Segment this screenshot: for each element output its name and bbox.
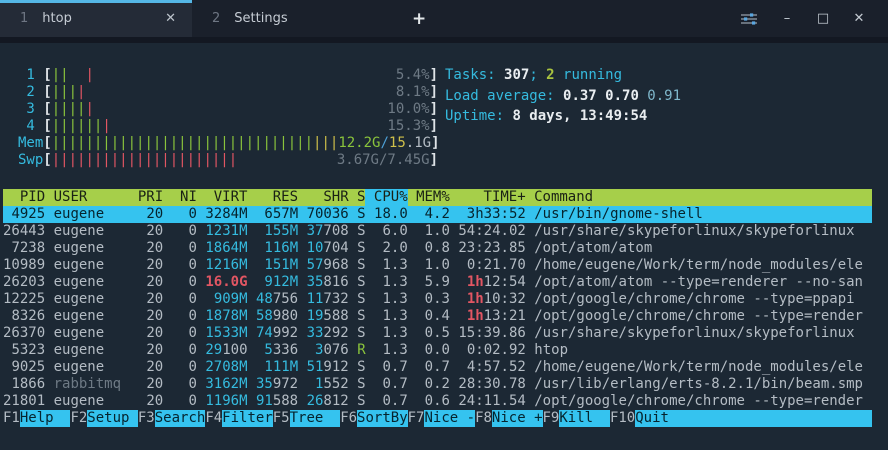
tab-settings[interactable]: 2 Settings: [192, 0, 384, 37]
process-row[interactable]: 10989 eugene 20 0 1216M 151M 57968 S 1.3…: [3, 257, 872, 274]
f7-key-label: F7: [408, 410, 425, 427]
minimize-button[interactable]: –: [776, 11, 798, 26]
process-row[interactable]: 7238 eugene 20 0 1864M 116M 10704 S 2.0 …: [3, 240, 872, 257]
f9-key-label: F9: [543, 410, 560, 427]
f1-key-label: F1: [3, 410, 20, 427]
process-row[interactable]: 4925 eugene 20 0 3284M 657M 70036 S 18.0…: [3, 206, 872, 223]
plus-icon: +: [412, 9, 426, 29]
close-window-button[interactable]: ✕: [848, 11, 870, 26]
column-header-cpu[interactable]: CPU%: [365, 189, 407, 206]
fnbar-fill: [669, 410, 872, 427]
f10-key-label: F10: [610, 410, 635, 427]
cpu-meter-2: 2 [||||8.1%]: [18, 84, 438, 101]
f3-key-label: F3: [138, 410, 155, 427]
f1-help-button[interactable]: Help: [20, 410, 71, 427]
f2-setup-button[interactable]: Setup: [87, 410, 138, 427]
column-header-shr[interactable]: SHR: [298, 189, 349, 206]
column-header-virt[interactable]: VIRT: [197, 189, 248, 206]
column-header-pid[interactable]: PID: [3, 189, 45, 206]
cpu-meter-4: 4 [|||||||15.3%]: [18, 118, 438, 135]
f4-filter-button[interactable]: Filter: [222, 410, 273, 427]
f5-tree-button[interactable]: Tree: [290, 410, 341, 427]
process-row[interactable]: 9025 eugene 20 0 2708M 111M 51912 S 0.7 …: [3, 359, 872, 376]
process-row[interactable]: 26370 eugene 20 0 1533M 74992 33292 S 1.…: [3, 325, 872, 342]
tasks-load-uptime-summary: Tasks: 307; 2 runningLoad average: 0.37 …: [445, 67, 681, 129]
f8-nice-+-button[interactable]: Nice +: [492, 410, 543, 427]
cpu-meter-1: 1 [|| |5.4%]: [18, 67, 438, 84]
f5-key-label: F5: [273, 410, 290, 427]
process-row[interactable]: 8326 eugene 20 0 1878M 58980 19588 S 1.3…: [3, 308, 872, 325]
f2-key-label: F2: [70, 410, 87, 427]
new-tab-button[interactable]: +: [398, 0, 440, 37]
column-header-command[interactable]: Command: [526, 189, 593, 206]
column-header-pri[interactable]: PRI: [129, 189, 163, 206]
table-header: PID USER PRI NI VIRT RES SHR S CPU% MEM%…: [3, 189, 872, 206]
htop-terminal: 1 [|| |5.4%] 2 [||||8.1%] 3 [|||||10.0%]…: [0, 43, 888, 450]
column-header-s[interactable]: S: [349, 189, 366, 206]
f4-key-label: F4: [205, 410, 222, 427]
function-key-bar: F1Help F2Setup F3SearchF4FilterF5Tree F6…: [3, 410, 872, 427]
f7-nice---button[interactable]: Nice -: [424, 410, 475, 427]
tab-number: 1: [20, 11, 28, 26]
preferences-icon[interactable]: [740, 11, 762, 27]
process-row[interactable]: 26443 eugene 20 0 1231M 155M 37708 S 6.0…: [3, 223, 872, 240]
uptime-line: Uptime: 8 days, 13:49:54: [445, 108, 681, 129]
process-row[interactable]: 12225 eugene 20 0 909M 48756 11732 S 1.3…: [3, 291, 872, 308]
close-tab-icon[interactable]: ✕: [161, 9, 180, 28]
process-row[interactable]: 1866 rabbitmq 20 0 3162M 35972 1552 S 0.…: [3, 376, 872, 393]
load-average-line: Load average: 0.37 0.70 0.91: [445, 88, 681, 109]
f6-sortby-button[interactable]: SortBy: [357, 410, 408, 427]
column-header-time[interactable]: TIME+: [450, 189, 526, 206]
window-controls: – □ ✕: [740, 0, 888, 37]
maximize-button[interactable]: □: [812, 11, 834, 26]
f6-key-label: F6: [340, 410, 357, 427]
tasks-line: Tasks: 307; 2 running: [445, 67, 681, 88]
process-row[interactable]: 5323 eugene 20 0 29100 5336 3076 R 1.3 0…: [3, 342, 872, 359]
column-header-ni[interactable]: NI: [163, 189, 197, 206]
column-header-user[interactable]: USER: [45, 189, 129, 206]
terminal-window: 1 htop ✕ 2 Settings + – □: [0, 0, 888, 450]
tab-htop[interactable]: 1 htop ✕: [0, 0, 192, 37]
memory-meter: Mem[||||||||||||||||||||||||||||||||||12…: [18, 135, 438, 152]
column-header-res[interactable]: RES: [247, 189, 298, 206]
process-row[interactable]: 21801 eugene 20 0 1196M 91588 26812 S 0.…: [3, 393, 872, 410]
column-header-mem[interactable]: MEM%: [408, 189, 450, 206]
f10-quit-button[interactable]: Quit: [635, 410, 669, 427]
f9-kill-button[interactable]: Kill: [559, 410, 610, 427]
swap-meter: Swp[||||||||||||||||||||||3.67G/7.45G]: [18, 152, 438, 169]
cpu-meter-3: 3 [|||||10.0%]: [18, 101, 438, 118]
tab-title: Settings: [234, 11, 372, 26]
cpu-memory-meters: 1 [|| |5.4%] 2 [||||8.1%] 3 [|||||10.0%]…: [18, 67, 438, 169]
tab-number: 2: [212, 11, 220, 26]
tab-bar: 1 htop ✕ 2 Settings + – □: [0, 0, 888, 37]
process-row[interactable]: 26203 eugene 20 0 16.0G 912M 35816 S 1.3…: [3, 274, 872, 291]
f3-search-button[interactable]: Search: [155, 410, 206, 427]
process-table: PID USER PRI NI VIRT RES SHR S CPU% MEM%…: [3, 189, 872, 427]
f8-key-label: F8: [475, 410, 492, 427]
tab-title: htop: [42, 11, 161, 26]
